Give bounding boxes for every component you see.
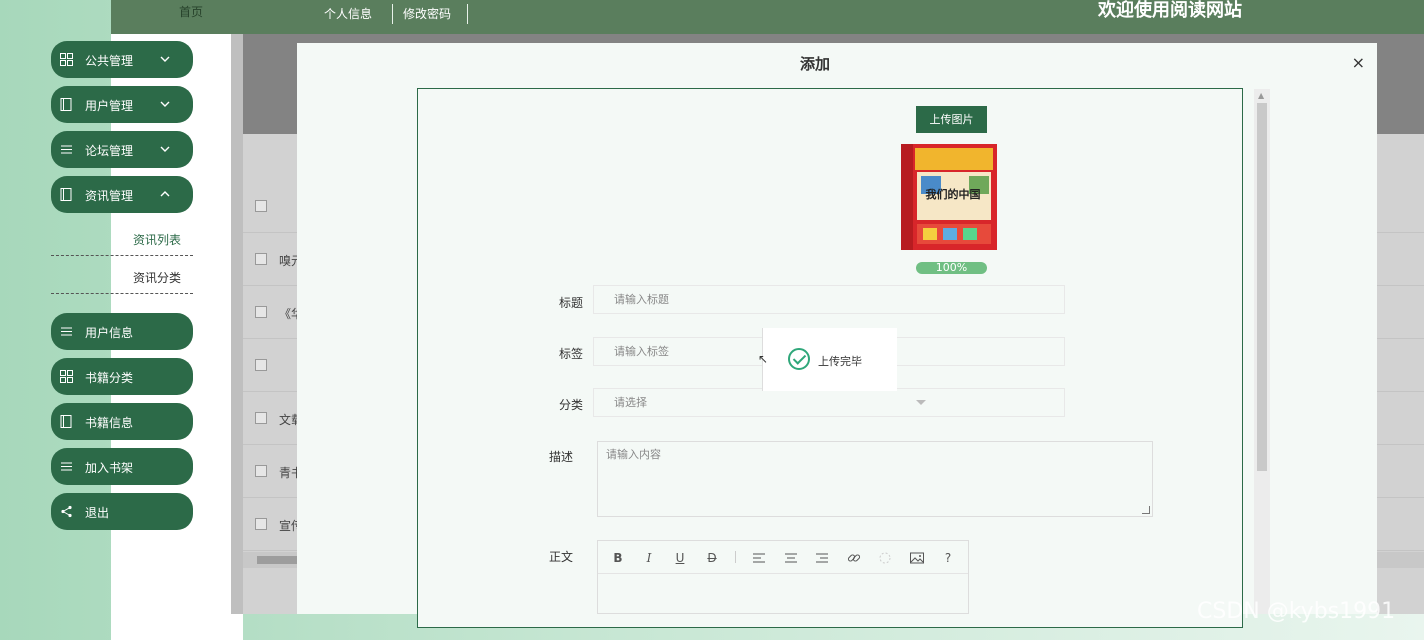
bold-icon[interactable]: B xyxy=(610,550,626,566)
close-icon[interactable]: × xyxy=(1352,53,1365,72)
description-label: 描述 xyxy=(549,450,574,464)
link-icon[interactable] xyxy=(846,550,862,566)
tag-placeholder: 请输入标签 xyxy=(614,345,669,358)
list-icon xyxy=(61,462,72,471)
grid-icon xyxy=(60,370,73,383)
align-left-icon[interactable] xyxy=(751,550,767,566)
check-circle-icon xyxy=(788,348,810,370)
align-center-icon[interactable] xyxy=(783,550,799,566)
tag-label: 标签 xyxy=(559,347,584,361)
row-checkbox[interactable] xyxy=(255,412,267,424)
toast-message: 上传完毕 xyxy=(818,355,862,368)
sidebar-item-label: 退出 xyxy=(85,506,110,520)
sidebar-item-users[interactable]: 用户管理 xyxy=(51,86,193,123)
sidebar-item-label: 书籍信息 xyxy=(85,416,134,430)
title-input[interactable]: 请输入标题 xyxy=(593,285,1065,314)
nav-divider xyxy=(392,4,393,24)
title-placeholder: 请输入标题 xyxy=(614,293,669,306)
description-textarea[interactable]: 请输入内容 xyxy=(597,441,1153,517)
category-placeholder: 请选择 xyxy=(614,396,647,409)
book-cover-image: 我们的中国 xyxy=(901,144,997,250)
upload-image-button[interactable]: 上传图片 xyxy=(916,106,987,133)
body-label: 正文 xyxy=(549,550,574,564)
add-dialog: 添加 × 上传图片 我们的中国 100% 标题 请输入标题 标签 请输入标签 分… xyxy=(297,43,1377,628)
sidebar-item-forum[interactable]: 论坛管理 xyxy=(51,131,193,168)
align-right-icon[interactable] xyxy=(814,550,830,566)
sidebar-subitem-news-category[interactable]: 资讯分类 xyxy=(51,256,193,294)
row-checkbox[interactable] xyxy=(255,359,267,371)
image-icon[interactable] xyxy=(909,550,925,566)
editor-toolbar: B I U D ? xyxy=(598,541,968,574)
progress-label: 100% xyxy=(935,261,968,274)
row-checkbox[interactable] xyxy=(255,253,267,265)
home-link[interactable]: 首页 xyxy=(179,3,203,20)
sidebar-item-label: 公共管理 xyxy=(85,54,134,68)
chevron-down-icon xyxy=(160,146,170,152)
resize-handle-icon[interactable] xyxy=(1142,506,1150,514)
mouse-cursor-icon: ↖ xyxy=(758,352,769,366)
strikethrough-icon[interactable]: D xyxy=(704,550,720,566)
list-icon xyxy=(61,145,72,154)
sidebar-item-bookshelf[interactable]: 加入书架 xyxy=(51,448,193,485)
italic-icon[interactable]: I xyxy=(641,550,657,566)
title-label: 标题 xyxy=(559,296,584,310)
watermark: CSDN @kybs1991 xyxy=(1197,599,1396,624)
sidebar-item-label: 加入书架 xyxy=(85,461,134,475)
sidebar-subitem-label: 资讯分类 xyxy=(133,271,182,285)
description-placeholder: 请输入内容 xyxy=(606,448,661,461)
book-icon xyxy=(60,98,72,111)
help-icon[interactable]: ? xyxy=(940,550,956,566)
category-select[interactable]: 请选择 xyxy=(593,388,1065,417)
welcome-title: 欢迎使用阅读网站 xyxy=(1098,0,1242,21)
unlink-icon[interactable] xyxy=(877,550,893,566)
grid-icon xyxy=(60,53,73,66)
scroll-up-icon[interactable]: ▲ xyxy=(1258,91,1264,100)
underline-icon[interactable]: U xyxy=(672,550,688,566)
sidebar-item-book-category[interactable]: 书籍分类 xyxy=(51,358,193,395)
share-icon xyxy=(61,505,72,518)
nav-profile-link[interactable]: 个人信息 xyxy=(324,4,372,24)
scroll-thumb[interactable] xyxy=(1257,103,1267,471)
nav-change-password-link[interactable]: 修改密码 xyxy=(403,4,451,24)
row-checkbox[interactable] xyxy=(255,465,267,477)
sidebar-subitem-news-list[interactable]: 资讯列表 xyxy=(51,218,193,256)
rich-text-editor[interactable]: B I U D ? xyxy=(597,540,969,614)
sidebar-item-label: 用户管理 xyxy=(85,99,134,113)
sidebar-item-news[interactable]: 资讯管理 xyxy=(51,176,193,213)
upload-progress: 100% xyxy=(916,262,987,274)
sidebar-item-logout[interactable]: 退出 xyxy=(51,493,193,530)
sidebar-item-label: 论坛管理 xyxy=(85,144,134,158)
sidebar-item-book-info[interactable]: 书籍信息 xyxy=(51,403,193,440)
chevron-down-icon xyxy=(160,56,170,62)
nav-divider xyxy=(467,4,468,24)
row-checkbox[interactable] xyxy=(255,518,267,530)
book-icon xyxy=(60,188,72,201)
chevron-up-icon xyxy=(160,191,170,197)
dialog-scrollbar[interactable]: ▲ xyxy=(1254,89,1270,614)
cover-title: 我们的中国 xyxy=(926,187,981,201)
book-icon xyxy=(60,415,72,428)
row-checkbox[interactable] xyxy=(255,200,267,212)
chevron-down-icon xyxy=(160,101,170,107)
sidebar-item-public[interactable]: 公共管理 xyxy=(51,41,193,78)
sidebar-item-label: 资讯管理 xyxy=(85,189,134,203)
list-icon xyxy=(61,327,72,336)
sidebar-item-label: 书籍分类 xyxy=(85,371,134,385)
dialog-title: 添加 xyxy=(799,55,830,73)
toolbar-divider xyxy=(735,551,736,563)
sidebar-item-label: 用户信息 xyxy=(85,326,134,340)
row-checkbox[interactable] xyxy=(255,306,267,318)
category-label: 分类 xyxy=(559,398,584,412)
top-navbar: 首页 个人信息 修改密码 欢迎使用阅读网站 xyxy=(111,0,1424,34)
sidebar-item-user-info[interactable]: 用户信息 xyxy=(51,313,193,350)
sidebar-subitem-label: 资讯列表 xyxy=(133,233,182,247)
upload-success-toast: 上传完毕 xyxy=(762,328,897,391)
caret-down-icon xyxy=(916,400,926,405)
